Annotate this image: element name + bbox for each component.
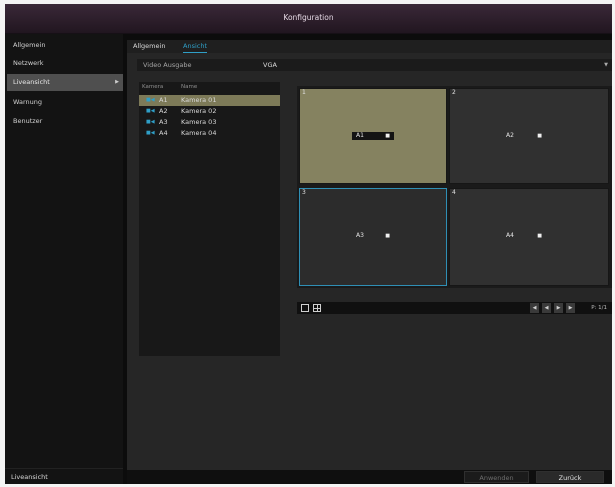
- layout-grid: 1 A1 ■ 2 A2 ■ 3 A3 ■ 4 A4 ■: [297, 86, 612, 288]
- sidebar-item-label: Warnung: [13, 98, 43, 106]
- main-panel: Allgemein Ansicht Video Ausgabe VGA ▼ Ka…: [127, 40, 612, 484]
- single-window-icon[interactable]: [301, 304, 309, 312]
- close-icon[interactable]: ■: [385, 232, 390, 240]
- cell-camera-label[interactable]: A2 ■: [502, 132, 546, 140]
- close-icon[interactable]: ■: [537, 232, 542, 240]
- camera-icon: ■◀: [146, 119, 155, 125]
- layout-cell-1[interactable]: 1 A1 ■: [299, 88, 447, 184]
- close-icon[interactable]: ■: [385, 132, 390, 140]
- sidebar-item-label: Netzwerk: [13, 59, 44, 67]
- camera-id: A4: [159, 129, 168, 137]
- cell-number: 4: [452, 189, 456, 196]
- sidebar: Allgemein Netzwerk Liveansicht ▶ Warnung…: [5, 34, 123, 484]
- quad-window-icon[interactable]: [313, 304, 321, 312]
- cell-number: 3: [302, 189, 306, 196]
- layout-cell-3[interactable]: 3 A3 ■: [299, 188, 447, 286]
- cell-camera-label[interactable]: A1 ■: [352, 132, 394, 140]
- cell-camera-id: A4: [506, 232, 514, 239]
- tab-ansicht[interactable]: Ansicht: [183, 40, 208, 53]
- title-bar: Konfiguration: [5, 4, 612, 34]
- camera-name: Kamera 02: [181, 107, 217, 115]
- window-title: Konfiguration: [283, 13, 334, 22]
- video-output-label: Video Ausgabe: [143, 61, 192, 69]
- camera-row[interactable]: ■◀ A3 Kamera 03: [139, 117, 280, 128]
- camera-id: A1: [159, 96, 168, 104]
- camera-name: Kamera 04: [181, 129, 217, 137]
- tab-allgemein[interactable]: Allgemein: [133, 40, 165, 53]
- video-output-value: VGA: [263, 61, 277, 69]
- layout-cell-2[interactable]: 2 A2 ■: [449, 88, 609, 184]
- sidebar-item-benutzer[interactable]: Benutzer: [7, 113, 123, 130]
- sidebar-item-allgemein[interactable]: Allgemein: [7, 37, 123, 54]
- sidebar-item-netzwerk[interactable]: Netzwerk: [7, 55, 123, 72]
- camera-list: Kamera Name ■◀ A1 Kamera 01 ■◀ A2 Kamera…: [139, 82, 280, 356]
- sidebar-item-label: Allgemein: [13, 41, 46, 49]
- tab-bar: Allgemein Ansicht: [127, 40, 612, 53]
- camera-row[interactable]: ■◀ A2 Kamera 02: [139, 106, 280, 117]
- sidebar-footer: Liveansicht: [5, 468, 123, 484]
- camera-icon: ■◀: [146, 108, 155, 114]
- close-icon[interactable]: ■: [537, 132, 542, 140]
- camera-name: Kamera 03: [181, 118, 217, 126]
- page-indicator: P: 1/1: [591, 305, 607, 311]
- apply-button[interactable]: Anwenden: [464, 471, 529, 483]
- triangle-right-icon: ▶: [115, 79, 119, 85]
- cell-camera-label[interactable]: A4 ■: [502, 232, 546, 240]
- column-header-camera: Kamera: [142, 84, 164, 90]
- cell-number: 1: [302, 89, 306, 96]
- camera-list-header: Kamera Name: [139, 82, 280, 93]
- camera-icon: ■◀: [146, 97, 155, 103]
- next-page-icon[interactable]: ▶: [554, 303, 563, 313]
- sidebar-item-label: Liveansicht: [13, 78, 50, 86]
- cell-camera-id: A1: [356, 132, 364, 139]
- footer-label: Liveansicht: [11, 473, 48, 481]
- layout-cell-4[interactable]: 4 A4 ■: [449, 188, 609, 286]
- chevron-down-icon[interactable]: ▼: [604, 59, 608, 71]
- camera-id: A3: [159, 118, 168, 126]
- sidebar-item-liveansicht[interactable]: Liveansicht ▶: [7, 74, 123, 91]
- camera-icon: ■◀: [146, 130, 155, 136]
- action-bar: Anwenden Zurück: [127, 470, 612, 484]
- camera-id: A2: [159, 107, 168, 115]
- camera-row[interactable]: ■◀ A1 Kamera 01: [139, 95, 280, 106]
- cell-camera-label[interactable]: A3 ■: [352, 232, 394, 240]
- grid-toolbar: ◀ ◀ ▶ ▶ P: 1/1: [297, 302, 612, 314]
- cell-number: 2: [452, 89, 456, 96]
- sidebar-item-label: Benutzer: [13, 117, 43, 125]
- cell-camera-id: A2: [506, 132, 514, 139]
- last-page-icon[interactable]: ▶: [566, 303, 575, 313]
- prev-page-icon[interactable]: ◀: [542, 303, 551, 313]
- column-header-name: Name: [181, 84, 198, 90]
- camera-name: Kamera 01: [181, 96, 217, 104]
- config-window: Konfiguration Allgemein Netzwerk Liveans…: [5, 4, 612, 484]
- sidebar-item-warnung[interactable]: Warnung: [7, 94, 123, 111]
- first-page-icon[interactable]: ◀: [530, 303, 539, 313]
- video-output-select[interactable]: Video Ausgabe VGA ▼: [137, 59, 612, 71]
- camera-row[interactable]: ■◀ A4 Kamera 04: [139, 128, 280, 139]
- back-button[interactable]: Zurück: [536, 471, 604, 483]
- cell-camera-id: A3: [356, 232, 364, 239]
